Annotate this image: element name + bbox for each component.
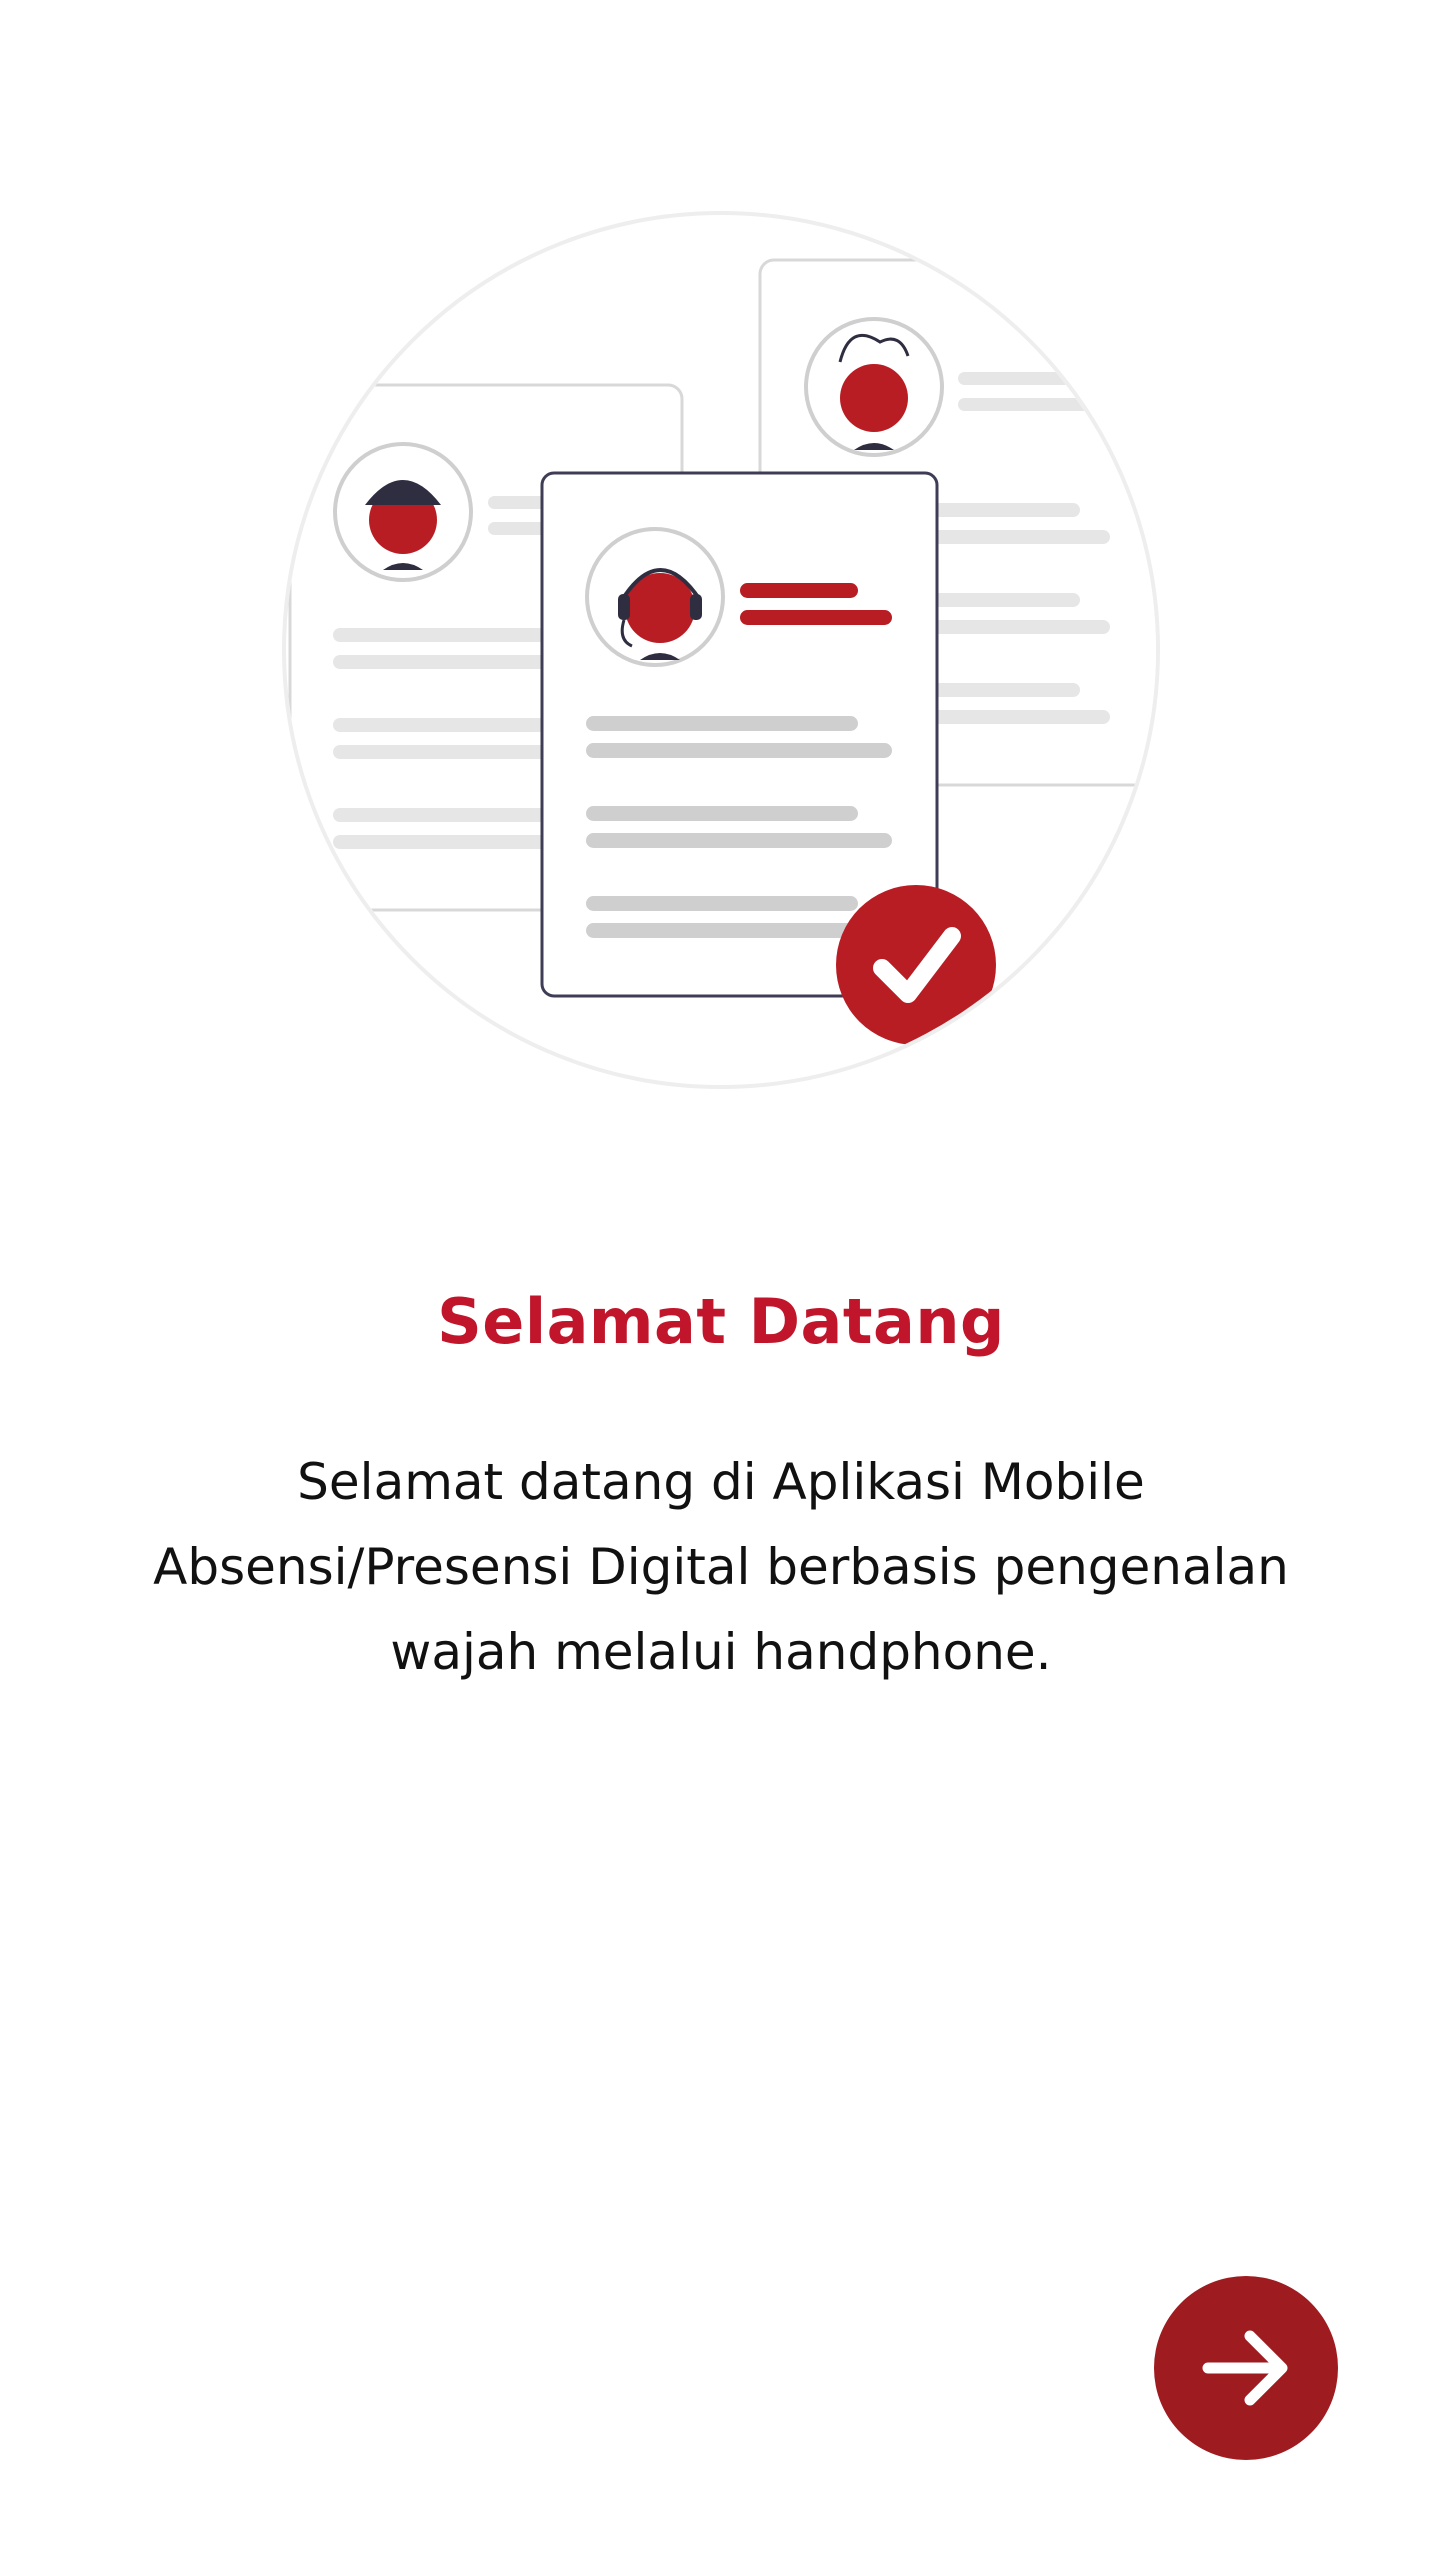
welcome-title: Selamat Datang [437,1285,1005,1358]
onboarding-illustration [282,211,1160,1089]
checkmark-icon [836,885,996,1045]
welcome-description: Selamat datang di Aplikasi Mobile Absens… [153,1453,1289,1681]
next-button[interactable] [1154,2276,1338,2460]
arrow-right-icon [1202,2330,1288,2406]
